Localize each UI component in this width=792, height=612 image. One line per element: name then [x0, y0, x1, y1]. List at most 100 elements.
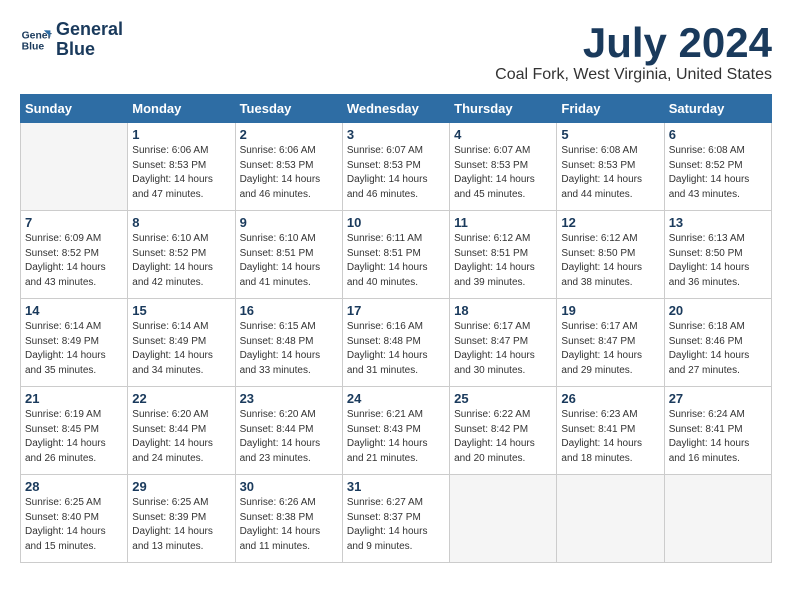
calendar-cell: 4 Sunrise: 6:07 AM Sunset: 8:53 PM Daylig… — [450, 123, 557, 211]
calendar-cell: 1Sunrise: 6:06 AM Sunset: 8:53 PM Daylig… — [128, 123, 235, 211]
day-info: Sunrise: 6:25 AM Sunset: 8:40 PM Dayligh… — [25, 496, 123, 554]
day-info: Sunrise: 6:14 AM Sunset: 8:49 PM Dayligh… — [25, 320, 123, 378]
main-title: July 2024 — [495, 20, 772, 66]
day-info: Sunrise: 6:26 AM Sunset: 8:38 PM Dayligh… — [240, 496, 338, 554]
day-info: Sunrise: 6:22 AM Sunset: 8:42 PM Dayligh… — [454, 408, 552, 466]
day-info: Sunrise: 6:06 AM Sunset: 8:53 PM Dayligh… — [240, 144, 338, 202]
calendar-cell: 21 Sunrise: 6:19 AM Sunset: 8:45 PM Dayli… — [21, 387, 128, 475]
week-row-5: 28 Sunrise: 6:25 AM Sunset: 8:40 PM Dayli… — [21, 475, 772, 563]
day-number: 29 — [132, 479, 230, 494]
day-number: 14 — [25, 303, 123, 318]
day-number: 27 — [669, 391, 767, 406]
day-info: Sunrise: 6:14 AM Sunset: 8:49 PM Dayligh… — [132, 320, 230, 378]
day-number: 9 — [240, 215, 338, 230]
day-number: 1 — [132, 127, 230, 142]
day-number: 5 — [561, 127, 659, 142]
day-info: Sunrise: 6:19 AM Sunset: 8:45 PM Dayligh… — [25, 408, 123, 466]
day-number: 12 — [561, 215, 659, 230]
day-number: 7 — [25, 215, 123, 230]
day-info: Sunrise: 6:08 AM Sunset: 8:52 PM Dayligh… — [669, 144, 767, 202]
header-friday: Friday — [557, 95, 664, 123]
calendar-cell: 10 Sunrise: 6:11 AM Sunset: 8:51 PM Dayli… — [342, 211, 449, 299]
calendar-cell: 20 Sunrise: 6:18 AM Sunset: 8:46 PM Dayli… — [664, 299, 771, 387]
day-info: Sunrise: 6:15 AM Sunset: 8:48 PM Dayligh… — [240, 320, 338, 378]
day-info: Sunrise: 6:12 AM Sunset: 8:51 PM Dayligh… — [454, 232, 552, 290]
day-info: Sunrise: 6:21 AM Sunset: 8:43 PM Dayligh… — [347, 408, 445, 466]
day-info: Sunrise: 6:20 AM Sunset: 8:44 PM Dayligh… — [240, 408, 338, 466]
calendar-cell: 14 Sunrise: 6:14 AM Sunset: 8:49 PM Dayli… — [21, 299, 128, 387]
day-info: Sunrise: 6:16 AM Sunset: 8:48 PM Dayligh… — [347, 320, 445, 378]
calendar-cell: 12 Sunrise: 6:12 AM Sunset: 8:50 PM Dayli… — [557, 211, 664, 299]
location-subtitle: Coal Fork, West Virginia, United States — [495, 66, 772, 84]
day-number: 28 — [25, 479, 123, 494]
day-info: Sunrise: 6:23 AM Sunset: 8:41 PM Dayligh… — [561, 408, 659, 466]
calendar-cell: 8 Sunrise: 6:10 AM Sunset: 8:52 PM Daylig… — [128, 211, 235, 299]
header-wednesday: Wednesday — [342, 95, 449, 123]
header-sunday: Sunday — [21, 95, 128, 123]
day-info: Sunrise: 6:11 AM Sunset: 8:51 PM Dayligh… — [347, 232, 445, 290]
calendar-cell: 28 Sunrise: 6:25 AM Sunset: 8:40 PM Dayli… — [21, 475, 128, 563]
day-info: Sunrise: 6:13 AM Sunset: 8:50 PM Dayligh… — [669, 232, 767, 290]
day-number: 20 — [669, 303, 767, 318]
calendar-cell: 23 Sunrise: 6:20 AM Sunset: 8:44 PM Dayli… — [235, 387, 342, 475]
calendar-cell: 27Sunrise: 6:24 AM Sunset: 8:41 PM Dayli… — [664, 387, 771, 475]
calendar-cell: 29Sunrise: 6:25 AM Sunset: 8:39 PM Dayli… — [128, 475, 235, 563]
week-row-2: 7 Sunrise: 6:09 AM Sunset: 8:52 PM Daylig… — [21, 211, 772, 299]
header-thursday: Thursday — [450, 95, 557, 123]
day-info: Sunrise: 6:10 AM Sunset: 8:52 PM Dayligh… — [132, 232, 230, 290]
calendar-cell: 18Sunrise: 6:17 AM Sunset: 8:47 PM Dayli… — [450, 299, 557, 387]
day-number: 26 — [561, 391, 659, 406]
calendar-cell: 5 Sunrise: 6:08 AM Sunset: 8:53 PM Daylig… — [557, 123, 664, 211]
calendar-cell: 15 Sunrise: 6:14 AM Sunset: 8:49 PM Dayli… — [128, 299, 235, 387]
calendar-cell: 17 Sunrise: 6:16 AM Sunset: 8:48 PM Dayli… — [342, 299, 449, 387]
day-number: 8 — [132, 215, 230, 230]
day-number: 11 — [454, 215, 552, 230]
calendar-cell: 22 Sunrise: 6:20 AM Sunset: 8:44 PM Dayli… — [128, 387, 235, 475]
day-number: 21 — [25, 391, 123, 406]
day-number: 24 — [347, 391, 445, 406]
day-number: 17 — [347, 303, 445, 318]
calendar-cell: 24 Sunrise: 6:21 AM Sunset: 8:43 PM Dayli… — [342, 387, 449, 475]
week-row-3: 14 Sunrise: 6:14 AM Sunset: 8:49 PM Dayli… — [21, 299, 772, 387]
calendar-cell: 3 Sunrise: 6:07 AM Sunset: 8:53 PM Daylig… — [342, 123, 449, 211]
calendar-cell: 26 Sunrise: 6:23 AM Sunset: 8:41 PM Dayli… — [557, 387, 664, 475]
week-row-4: 21 Sunrise: 6:19 AM Sunset: 8:45 PM Dayli… — [21, 387, 772, 475]
calendar-cell: 31Sunrise: 6:27 AM Sunset: 8:37 PM Dayli… — [342, 475, 449, 563]
day-number: 15 — [132, 303, 230, 318]
day-info: Sunrise: 6:09 AM Sunset: 8:52 PM Dayligh… — [25, 232, 123, 290]
day-number: 22 — [132, 391, 230, 406]
day-number: 3 — [347, 127, 445, 142]
calendar-cell — [450, 475, 557, 563]
calendar-cell: 19Sunrise: 6:17 AM Sunset: 8:47 PM Dayli… — [557, 299, 664, 387]
day-info: Sunrise: 6:20 AM Sunset: 8:44 PM Dayligh… — [132, 408, 230, 466]
day-info: Sunrise: 6:07 AM Sunset: 8:53 PM Dayligh… — [454, 144, 552, 202]
header-saturday: Saturday — [664, 95, 771, 123]
day-number: 30 — [240, 479, 338, 494]
day-info: Sunrise: 6:08 AM Sunset: 8:53 PM Dayligh… — [561, 144, 659, 202]
calendar-header-row: SundayMondayTuesdayWednesdayThursdayFrid… — [21, 95, 772, 123]
day-info: Sunrise: 6:07 AM Sunset: 8:53 PM Dayligh… — [347, 144, 445, 202]
calendar-cell: 11 Sunrise: 6:12 AM Sunset: 8:51 PM Dayli… — [450, 211, 557, 299]
day-number: 23 — [240, 391, 338, 406]
day-number: 6 — [669, 127, 767, 142]
day-info: Sunrise: 6:17 AM Sunset: 8:47 PM Dayligh… — [454, 320, 552, 378]
logo-icon: General Blue — [20, 24, 52, 56]
day-number: 4 — [454, 127, 552, 142]
svg-text:Blue: Blue — [22, 41, 45, 52]
day-number: 19 — [561, 303, 659, 318]
day-info: Sunrise: 6:12 AM Sunset: 8:50 PM Dayligh… — [561, 232, 659, 290]
calendar-cell — [664, 475, 771, 563]
calendar-cell: 13Sunrise: 6:13 AM Sunset: 8:50 PM Dayli… — [664, 211, 771, 299]
calendar-cell — [21, 123, 128, 211]
header-tuesday: Tuesday — [235, 95, 342, 123]
calendar-cell: 30 Sunrise: 6:26 AM Sunset: 8:38 PM Dayli… — [235, 475, 342, 563]
page-header: General Blue General Blue July 2024 Coal… — [20, 20, 772, 84]
day-number: 10 — [347, 215, 445, 230]
day-info: Sunrise: 6:27 AM Sunset: 8:37 PM Dayligh… — [347, 496, 445, 554]
day-info: Sunrise: 6:18 AM Sunset: 8:46 PM Dayligh… — [669, 320, 767, 378]
title-area: July 2024 Coal Fork, West Virginia, Unit… — [495, 20, 772, 84]
calendar-cell: 2 Sunrise: 6:06 AM Sunset: 8:53 PM Daylig… — [235, 123, 342, 211]
day-number: 2 — [240, 127, 338, 142]
calendar-cell: 25Sunrise: 6:22 AM Sunset: 8:42 PM Dayli… — [450, 387, 557, 475]
logo: General Blue General Blue — [20, 20, 123, 60]
